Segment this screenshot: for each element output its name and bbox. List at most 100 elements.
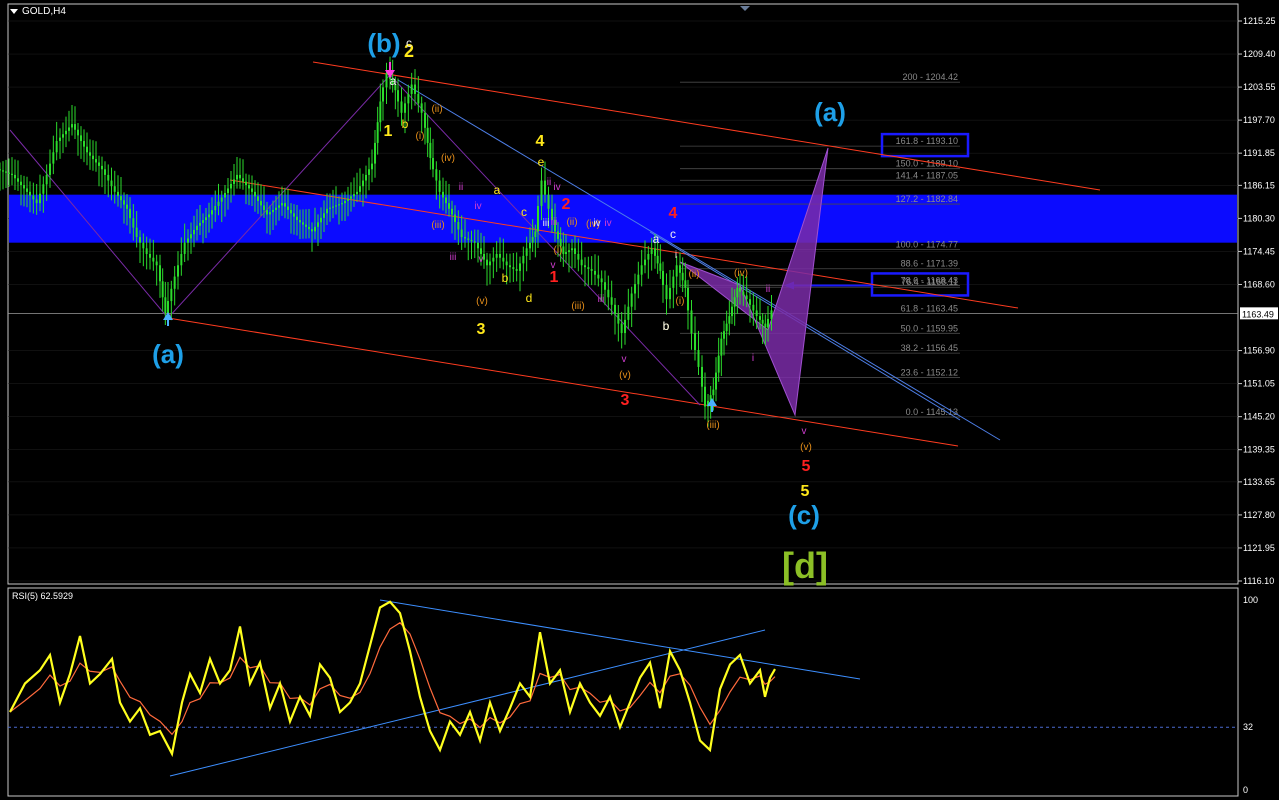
candle-body — [505, 261, 508, 266]
candle-body — [55, 141, 58, 153]
axis-tick-label: 1180.30 — [1243, 213, 1275, 223]
axis-tick-label: 1133.65 — [1243, 477, 1275, 487]
axis-tick-label: 1121.95 — [1243, 543, 1275, 553]
candle-body — [376, 122, 379, 143]
wave-label: (i) — [554, 245, 563, 256]
candle-body — [665, 285, 668, 300]
candle-body — [293, 213, 295, 217]
candle-body — [587, 267, 590, 270]
candle-body — [770, 310, 773, 319]
candle-body — [208, 214, 210, 218]
wave-label: (b) — [367, 28, 400, 58]
candle-body — [650, 248, 653, 254]
candle-body — [26, 188, 28, 192]
wave-label: (ii) — [431, 104, 442, 115]
candle-body — [123, 200, 125, 205]
candle-body — [690, 310, 693, 334]
candle-body — [736, 287, 739, 298]
candle-body — [257, 196, 259, 201]
dropdown-arrow-icon[interactable] — [10, 8, 18, 14]
candle-body — [227, 188, 229, 193]
wave-label: iv — [474, 201, 481, 212]
candle-body — [640, 265, 643, 275]
candle-body — [460, 229, 463, 238]
candle-body — [697, 349, 700, 367]
fib-level-label: 100.0 - 1174.77 — [896, 240, 958, 250]
candle-body — [407, 93, 410, 104]
candle-body — [590, 269, 593, 271]
wave-label: iv — [593, 218, 600, 229]
candle-body — [254, 191, 256, 197]
candle-body — [275, 207, 277, 210]
wave-label: (v) — [619, 370, 631, 381]
candle-body — [672, 276, 675, 288]
candle-body — [77, 129, 79, 136]
fib-level-label: 127.2 - 1182.84 — [896, 194, 958, 204]
candle-body — [385, 73, 388, 88]
candle-body — [155, 261, 158, 266]
wave-label: iii — [598, 294, 605, 305]
candle-body — [451, 208, 453, 215]
wave-label: 4 — [669, 205, 678, 222]
candle-body — [263, 205, 265, 210]
wave-label: iv — [604, 218, 611, 229]
candle-body — [149, 253, 151, 258]
wave-label: (iii) — [431, 220, 444, 231]
candle-body — [489, 261, 491, 266]
candle-body — [86, 146, 88, 153]
candle-body — [368, 169, 370, 175]
candle-body — [544, 180, 546, 195]
candle-body — [245, 181, 247, 186]
main-chart-frame — [7, 3, 1239, 585]
candle-body — [584, 265, 586, 268]
candle-body — [717, 355, 720, 373]
candle-body — [568, 250, 570, 253]
candle-body — [20, 181, 22, 186]
price-axis: 1215.25 1209.40 1203.55 1197.70 1191.85 1186.… — [1238, 16, 1278, 586]
candle-body — [71, 124, 73, 128]
candle-body — [266, 209, 268, 215]
wave-label: (v) — [800, 442, 812, 453]
candle-body — [193, 229, 195, 235]
candle-body — [728, 316, 731, 324]
rsi-panel-frame — [7, 587, 1239, 797]
candle-body — [32, 195, 35, 200]
candle-body — [80, 135, 82, 142]
candle-body — [604, 282, 606, 290]
wave-label: c — [406, 36, 412, 50]
wave-label: b — [663, 319, 670, 333]
candle-body — [752, 304, 755, 311]
candle-body — [634, 284, 636, 294]
wave-label: (ii) — [688, 269, 699, 280]
candle-body — [509, 265, 511, 268]
candle-body — [745, 295, 748, 300]
candle-body — [167, 301, 169, 314]
candle-body — [350, 196, 352, 199]
candle-body — [627, 306, 630, 320]
candle-body — [196, 225, 198, 230]
axis-tick-label: 1151.05 — [1243, 379, 1275, 389]
fib-level-label: 200 - 1204.42 — [902, 72, 958, 82]
candle-body — [323, 213, 325, 218]
candle-body — [45, 174, 48, 185]
candle-body — [767, 318, 769, 328]
candle-body — [180, 253, 183, 266]
candle-body — [607, 289, 610, 298]
candle-body — [571, 248, 573, 251]
candle-body — [486, 259, 488, 266]
rsi-axis-label: 0 — [1243, 785, 1248, 795]
candle-body — [438, 180, 441, 192]
candle-body — [577, 253, 580, 260]
symbol-label: GOLD,H4 — [22, 6, 66, 17]
candle-body — [397, 90, 399, 102]
candle-body — [614, 304, 616, 315]
wave-label: v — [479, 254, 484, 265]
candle-body — [429, 142, 432, 158]
wave-label: a — [653, 232, 660, 246]
candle-body — [329, 207, 331, 209]
fib-level-label: 38.2 - 1156.45 — [901, 343, 958, 353]
candle-body — [374, 142, 376, 164]
candle-body — [662, 270, 664, 286]
candle-body — [65, 130, 67, 135]
axis-tick-label: 1145.20 — [1243, 412, 1275, 422]
